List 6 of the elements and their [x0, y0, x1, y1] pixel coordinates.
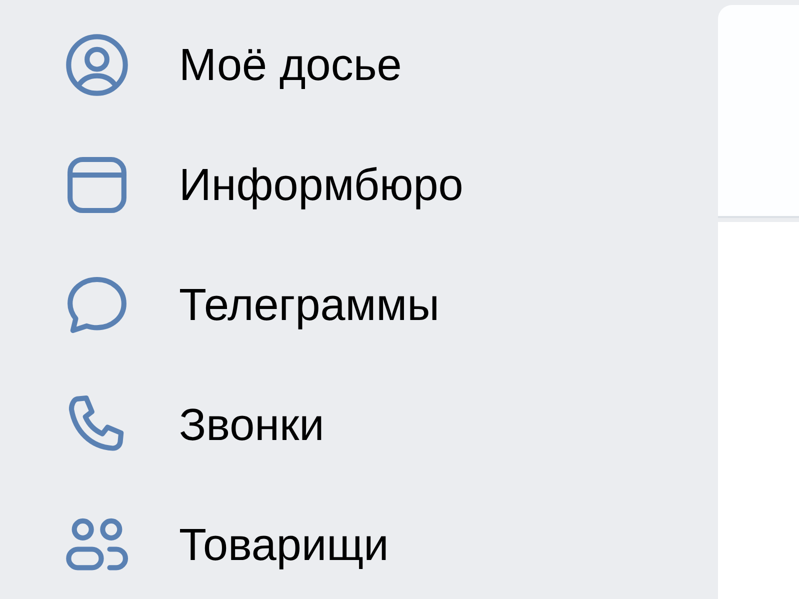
menu-item[interactable]: Информбюро	[0, 125, 718, 245]
menu-item[interactable]: Телеграммы	[0, 245, 718, 365]
profile-icon	[63, 31, 131, 99]
menu-item[interactable]: Звонки	[0, 365, 718, 485]
menu-item[interactable]: Товарищи	[0, 485, 718, 599]
menu-item[interactable]: Моё досье	[0, 5, 718, 125]
